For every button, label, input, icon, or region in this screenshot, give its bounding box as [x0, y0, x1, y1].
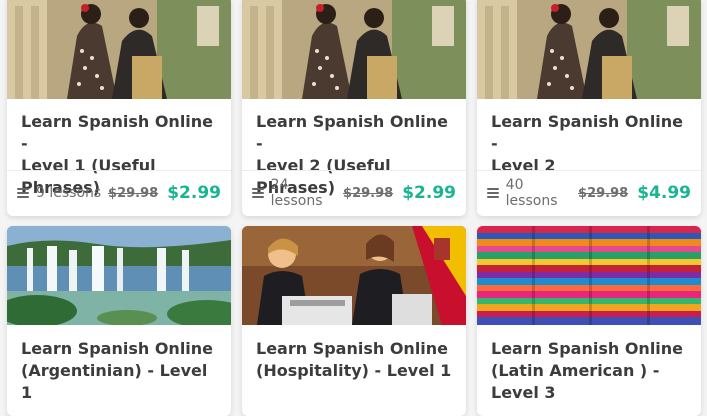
course-title-line[interactable]: Learn Spanish Online -	[491, 112, 683, 153]
list-icon	[252, 188, 266, 198]
course-title-line[interactable]: Learn Spanish Online -	[256, 112, 448, 153]
list-icon	[17, 188, 31, 198]
divider	[242, 170, 466, 171]
course-grid: Learn Spanish Online - Level 1 (Useful P…	[0, 0, 707, 416]
sale-price: $2.99	[402, 183, 456, 203]
course-card[interactable]: Learn Spanish Online (Argentinian) - Lev…	[7, 226, 231, 416]
sale-price: $4.99	[637, 183, 691, 203]
course-title[interactable]: Learn Spanish Online - Level 2	[477, 111, 701, 177]
course-title-line[interactable]: Learn Spanish Online -	[21, 112, 213, 153]
course-title-line[interactable]: (Argentinian) - Level 1	[21, 361, 207, 402]
course-title-line[interactable]: Learn Spanish Online	[491, 339, 683, 358]
course-title-line[interactable]: (Hospitality) - Level 1	[256, 361, 451, 380]
course-title-line[interactable]: Level 3	[491, 383, 556, 402]
lesson-count: 40 lessons	[505, 177, 558, 209]
divider	[477, 170, 701, 171]
course-card[interactable]: Learn Spanish Online - Level 2 (Useful P…	[242, 0, 466, 216]
course-thumbnail-flamenco[interactable]	[477, 0, 701, 99]
course-card[interactable]: Learn Spanish Online (Latin American ) -…	[477, 226, 701, 416]
course-footer: 9 lessons $29.98 $2.99	[7, 173, 231, 213]
course-title[interactable]: Learn Spanish Online (Argentinian) - Lev…	[7, 338, 231, 404]
list-icon	[487, 188, 501, 198]
course-footer: 40 lessons $29.98 $4.99	[477, 173, 701, 213]
course-title[interactable]: Learn Spanish Online (Hospitality) - Lev…	[242, 338, 466, 382]
original-price: $29.98	[343, 185, 394, 201]
course-thumbnail-textiles[interactable]	[477, 226, 701, 325]
divider	[7, 170, 231, 171]
course-thumbnail-flamenco[interactable]	[242, 0, 466, 99]
course-thumbnail-hotel[interactable]	[242, 226, 466, 325]
course-title-line[interactable]: Learn Spanish Online	[256, 339, 448, 358]
course-title-line[interactable]: Learn Spanish Online	[21, 339, 213, 358]
course-thumbnail-flamenco[interactable]	[7, 0, 231, 99]
original-price: $29.98	[108, 185, 159, 201]
course-title[interactable]: Learn Spanish Online (Latin American ) -…	[477, 338, 701, 404]
sale-price: $2.99	[167, 183, 221, 203]
course-footer: 24 lessons $29.98 $2.99	[242, 173, 466, 213]
course-card[interactable]: Learn Spanish Online (Hospitality) - Lev…	[242, 226, 466, 416]
course-card[interactable]: Learn Spanish Online - Level 1 (Useful P…	[7, 0, 231, 216]
original-price: $29.98	[578, 185, 629, 201]
course-title-line[interactable]: (Latin American ) -	[491, 361, 659, 380]
course-thumbnail-waterfall[interactable]	[7, 226, 231, 325]
lesson-count: 24 lessons	[270, 177, 323, 209]
lesson-count: 9 lessons	[36, 185, 102, 201]
course-card[interactable]: Learn Spanish Online - Level 2 40 lesson…	[477, 0, 701, 216]
